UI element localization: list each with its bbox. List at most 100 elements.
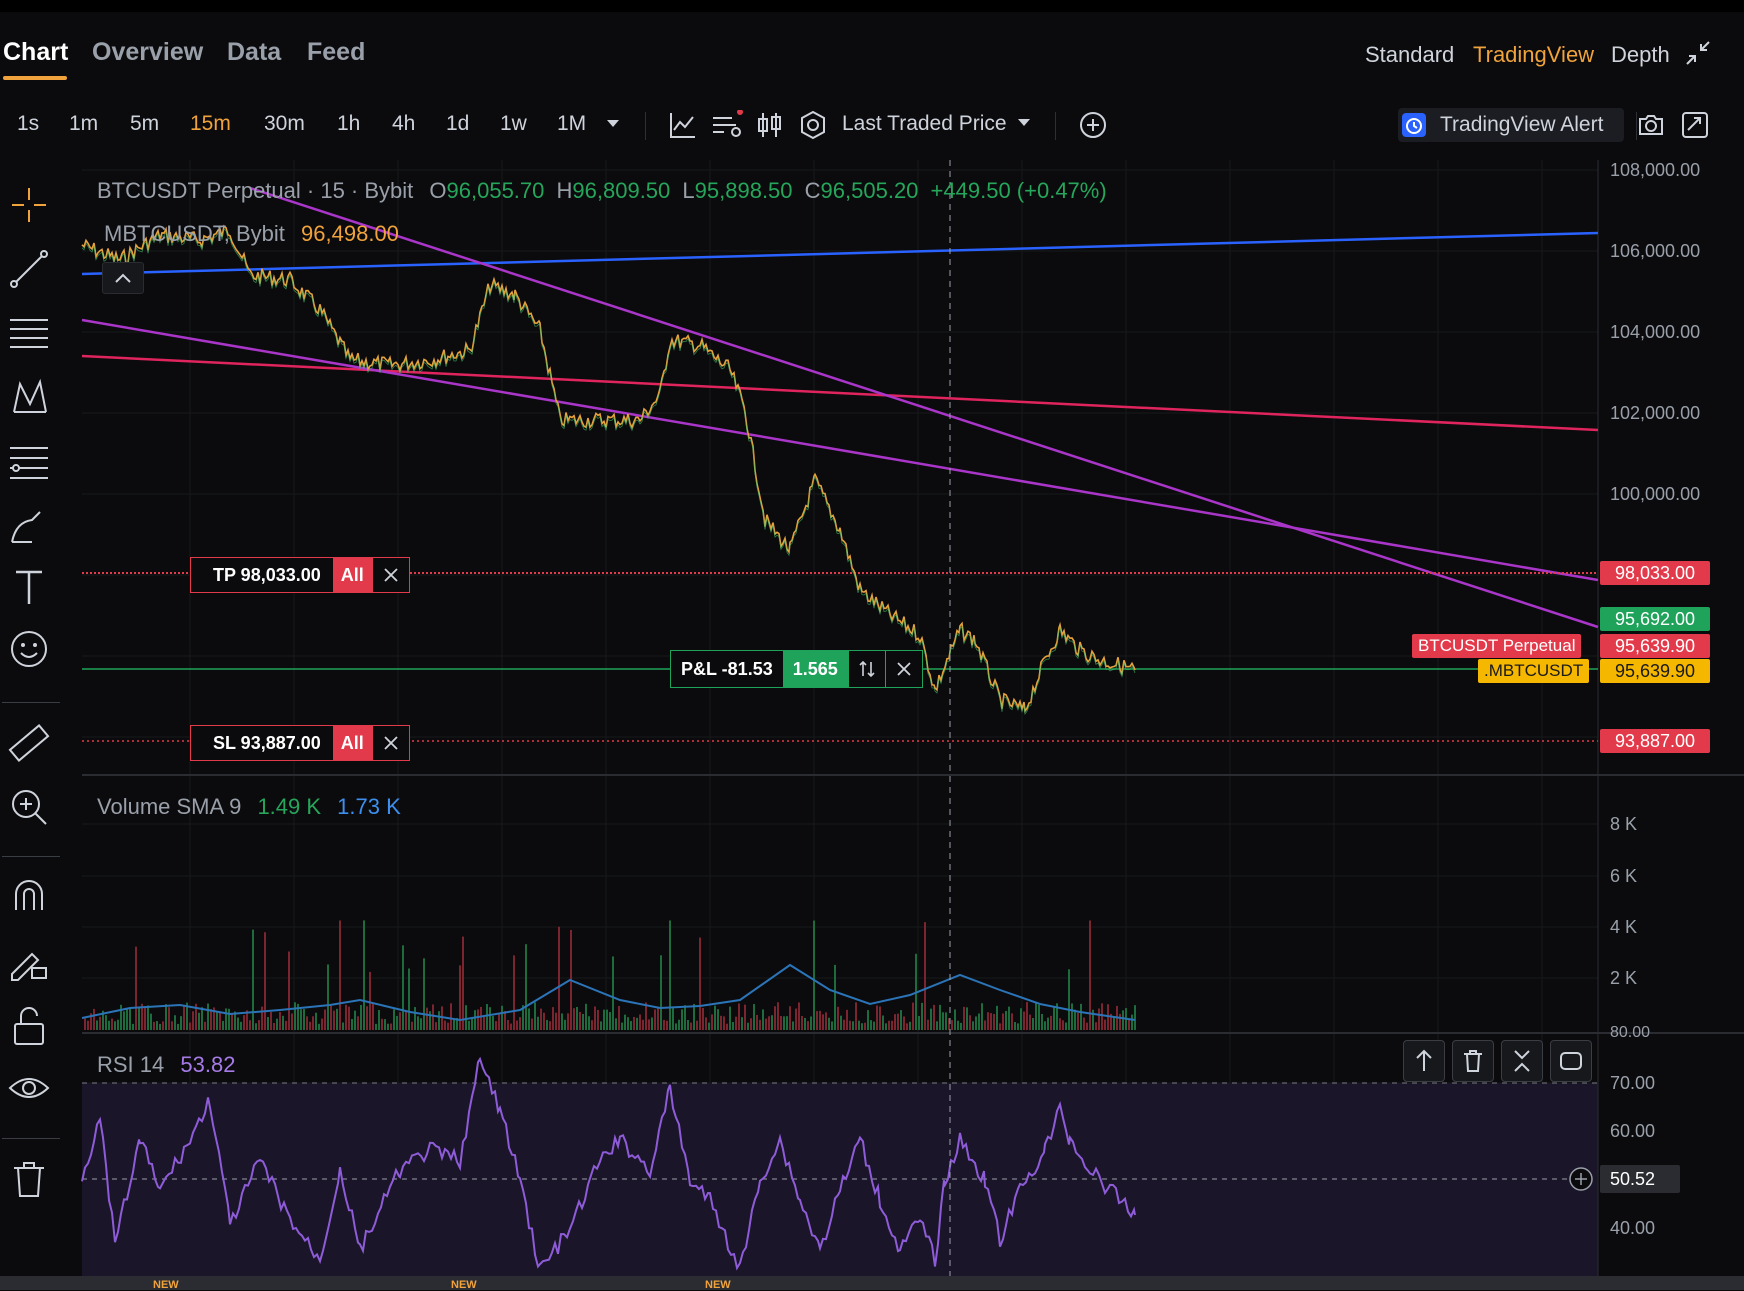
volume-bar: [972, 1021, 974, 1030]
view-standard[interactable]: Standard: [1365, 42, 1454, 68]
volume-bar: [864, 1022, 866, 1030]
sl-all-button[interactable]: All: [332, 726, 372, 760]
brush-icon[interactable]: [6, 502, 52, 548]
volume-bar: [135, 946, 137, 1030]
volume-bar: [633, 1016, 635, 1030]
tab-overview[interactable]: Overview: [92, 38, 203, 67]
text-icon[interactable]: [6, 564, 52, 610]
volume-bar: [699, 937, 701, 1030]
volume-bar: [96, 1020, 98, 1030]
reverse-position-icon[interactable]: [847, 651, 885, 687]
close-icon[interactable]: [884, 651, 922, 687]
tf-1s[interactable]: 1s: [17, 112, 39, 136]
add-icon[interactable]: [1078, 110, 1108, 145]
tf-1d[interactable]: 1d: [446, 112, 469, 136]
close-icon[interactable]: [371, 726, 409, 760]
collapse-legend-button[interactable]: [102, 262, 144, 294]
zoom-in-icon[interactable]: [6, 784, 52, 830]
second-symbol-legend: MBTCUSDT, Bybit 96,498.00: [104, 221, 399, 247]
view-tradingview[interactable]: TradingView: [1473, 42, 1594, 68]
volume-bar: [747, 1022, 749, 1030]
candlestick-icon[interactable]: [756, 110, 784, 145]
delete-pane-button[interactable]: [1452, 1040, 1494, 1082]
trend-line-purple-1[interactable]: [81, 318, 1599, 582]
volume-bar: [519, 1017, 521, 1030]
collapse-pane-button[interactable]: [1501, 1040, 1543, 1082]
volume-bar: [936, 1021, 938, 1030]
collapse-icon[interactable]: [1683, 38, 1713, 73]
tp-order-box[interactable]: TP 98,033.00 All: [190, 557, 410, 593]
tf-15m[interactable]: 15m: [190, 112, 231, 136]
emoji-icon[interactable]: [6, 626, 52, 672]
volume-bar: [921, 1002, 923, 1030]
volume-bar: [90, 1013, 92, 1030]
indicator-chart-icon[interactable]: [668, 110, 698, 145]
pnl-position-box[interactable]: P&L -81.53 1.565: [670, 650, 923, 688]
ruler-icon[interactable]: [6, 720, 52, 766]
toolbar-divider: [645, 112, 646, 140]
camera-icon[interactable]: [1636, 110, 1666, 145]
top-strip: [0, 0, 1744, 12]
tf-1w[interactable]: 1w: [500, 112, 527, 136]
tradingview-alert-button[interactable]: TradingView Alert: [1398, 108, 1624, 142]
tf-1M[interactable]: 1M: [557, 112, 586, 136]
volume-bar: [702, 1007, 704, 1030]
price-source-select[interactable]: Last Traded Price: [842, 112, 1007, 136]
horizontal-lines-icon[interactable]: [6, 310, 52, 356]
volume-bar: [900, 1010, 902, 1030]
volume-bar: [960, 1022, 962, 1030]
close-icon[interactable]: [371, 558, 409, 592]
sl-order-box[interactable]: SL 93,887.00 All: [190, 725, 410, 761]
trend-line-purple-2[interactable]: [249, 186, 1599, 629]
eye-icon[interactable]: [6, 1066, 52, 1112]
volume-bar: [687, 1020, 689, 1030]
volume-bar: [1128, 1019, 1130, 1030]
add-alert-icon[interactable]: [1568, 1166, 1594, 1192]
trend-line-icon[interactable]: [6, 246, 52, 292]
volume-bar: [303, 1009, 305, 1030]
move-up-button[interactable]: [1403, 1040, 1445, 1082]
fullscreen-icon[interactable]: [1680, 110, 1710, 145]
tf-1h[interactable]: 1h: [337, 112, 360, 136]
sidebar-divider: [2, 1138, 60, 1139]
volume-bar: [474, 1010, 476, 1030]
alert-label: TradingView Alert: [1440, 113, 1604, 136]
ohlc-legend: BTCUSDT Perpetual · 15 · Bybit O96,055.7…: [97, 178, 1107, 203]
magnet-icon[interactable]: [6, 874, 52, 920]
tab-chart[interactable]: Chart: [3, 38, 68, 67]
volume-bar: [1047, 1017, 1049, 1030]
drawing-toolbar: [0, 170, 62, 1290]
tf-30m[interactable]: 30m: [264, 112, 305, 136]
tab-data[interactable]: Data: [227, 38, 281, 67]
tf-4h[interactable]: 4h: [392, 112, 415, 136]
volume-bar: [177, 1023, 179, 1030]
fib-retracement-icon[interactable]: [6, 438, 52, 484]
volume-bar: [1125, 1008, 1127, 1030]
lock-drawing-icon[interactable]: [6, 938, 52, 984]
tp-all-button[interactable]: All: [332, 558, 372, 592]
volume-bar: [264, 932, 266, 1030]
view-depth[interactable]: Depth: [1611, 42, 1670, 68]
volume-bar: [945, 1012, 947, 1030]
chevron-down-icon[interactable]: [1016, 114, 1032, 135]
chevron-up-icon: [115, 273, 131, 283]
unlock-icon[interactable]: [6, 1002, 52, 1048]
indicators-icon[interactable]: [710, 109, 744, 145]
volume-bar: [732, 1022, 734, 1030]
pattern-icon[interactable]: [6, 374, 52, 420]
rsi-axis-label: 70.00: [1610, 1073, 1656, 1093]
volume-bar: [537, 1016, 539, 1030]
tf-5m[interactable]: 5m: [130, 112, 159, 136]
price-source-icon[interactable]: [798, 110, 828, 145]
trend-line-pink[interactable]: [81, 354, 1599, 432]
volume-bar: [849, 1020, 851, 1030]
rsi-crosshair-value: 50.52: [1600, 1165, 1680, 1193]
maximize-pane-button[interactable]: [1550, 1040, 1592, 1082]
trash-icon[interactable]: [6, 1156, 52, 1202]
trash-icon: [1464, 1050, 1482, 1072]
chevron-down-icon[interactable]: [604, 114, 622, 137]
tab-feed[interactable]: Feed: [307, 38, 365, 67]
tf-1m[interactable]: 1m: [69, 112, 98, 136]
volume-bar: [741, 1017, 743, 1030]
crosshair-icon[interactable]: [6, 182, 52, 228]
